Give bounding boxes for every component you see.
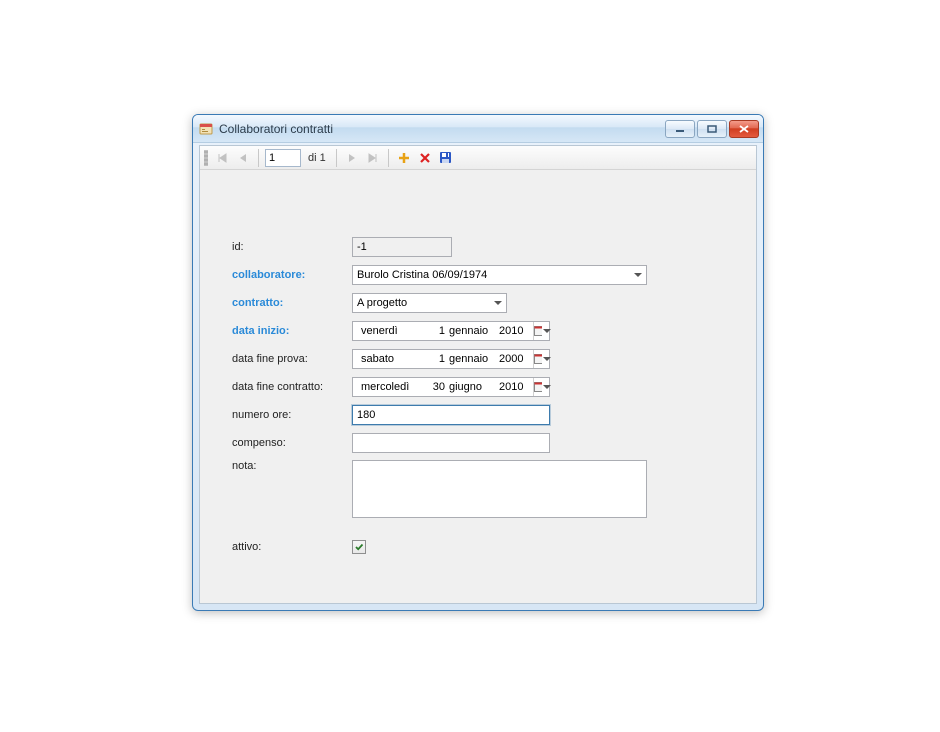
collaboratore-combo[interactable]: Burolo Cristina 06/09/1974 bbox=[352, 265, 647, 285]
nav-next-button[interactable] bbox=[343, 148, 361, 168]
minimize-button[interactable] bbox=[665, 120, 695, 138]
chevron-down-icon bbox=[630, 266, 646, 284]
add-new-button[interactable] bbox=[395, 148, 413, 168]
separator bbox=[388, 149, 389, 167]
nav-first-button[interactable] bbox=[213, 148, 231, 168]
label-contratto: contratto: bbox=[232, 297, 352, 309]
label-attivo: attivo: bbox=[232, 541, 352, 553]
nav-prev-button[interactable] bbox=[234, 148, 252, 168]
data-fine-prova-picker[interactable]: sabato 1 gennaio 2000 bbox=[352, 349, 550, 369]
label-data-fine-contratto: data fine contratto: bbox=[232, 381, 352, 393]
chevron-down-icon bbox=[490, 294, 506, 312]
contratto-combo[interactable]: A progetto bbox=[352, 293, 507, 313]
calendar-icon[interactable] bbox=[533, 378, 551, 396]
compenso-field[interactable] bbox=[352, 433, 550, 453]
client-area: di 1 id: bbox=[199, 145, 757, 604]
id-field bbox=[352, 237, 452, 257]
close-button[interactable] bbox=[729, 120, 759, 138]
label-data-fine-prova: data fine prova: bbox=[232, 353, 352, 365]
toolbar-grip bbox=[204, 150, 208, 166]
app-icon bbox=[199, 122, 213, 136]
binding-navigator: di 1 bbox=[200, 146, 756, 170]
save-button[interactable] bbox=[437, 148, 455, 168]
label-nota: nota: bbox=[232, 460, 352, 472]
label-numero-ore: numero ore: bbox=[232, 409, 352, 421]
delete-button[interactable] bbox=[416, 148, 434, 168]
collaboratore-value: Burolo Cristina 06/09/1974 bbox=[353, 269, 630, 281]
app-window: Collaboratori contratti di bbox=[192, 114, 764, 611]
maximize-button[interactable] bbox=[697, 120, 727, 138]
numero-ore-field[interactable] bbox=[352, 405, 550, 425]
attivo-checkbox[interactable] bbox=[352, 540, 366, 554]
nav-last-button[interactable] bbox=[364, 148, 382, 168]
separator bbox=[336, 149, 337, 167]
calendar-icon[interactable] bbox=[533, 322, 551, 340]
window-title: Collaboratori contratti bbox=[219, 122, 665, 136]
calendar-icon[interactable] bbox=[533, 350, 551, 368]
label-id: id: bbox=[232, 241, 352, 253]
data-fine-contratto-picker[interactable]: mercoledì 30 giugno 2010 bbox=[352, 377, 550, 397]
separator bbox=[258, 149, 259, 167]
contratto-value: A progetto bbox=[353, 297, 490, 309]
nav-position-input[interactable] bbox=[265, 149, 301, 167]
label-collaboratore: collaboratore: bbox=[232, 269, 352, 281]
form-area: id: collaboratore: Burolo Cristina 06/09… bbox=[200, 170, 756, 584]
label-compenso: compenso: bbox=[232, 437, 352, 449]
data-inizio-picker[interactable]: venerdì 1 gennaio 2010 bbox=[352, 321, 550, 341]
titlebar[interactable]: Collaboratori contratti bbox=[193, 115, 763, 143]
label-data-inizio: data inizio: bbox=[232, 325, 352, 337]
nav-total-label: di 1 bbox=[304, 152, 330, 164]
nota-field[interactable] bbox=[352, 460, 647, 518]
